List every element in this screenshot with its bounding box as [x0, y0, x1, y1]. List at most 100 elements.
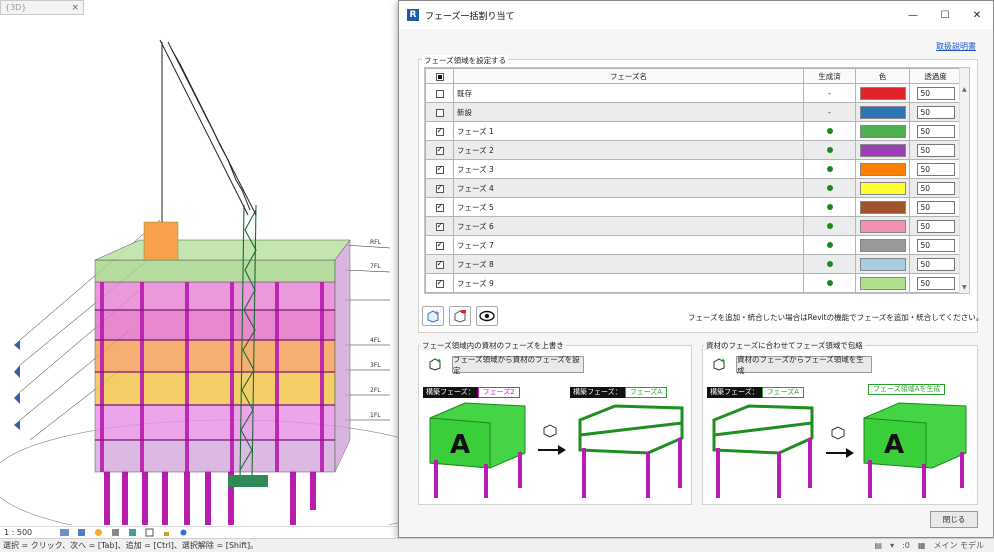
maximize-icon[interactable]: ☐	[929, 10, 961, 21]
status-message: 選択 = クリック、次へ = [Tab]、追加 = [Ctrl]、選択解除 = …	[3, 541, 259, 550]
dialog-titlebar[interactable]: R フェーズ一括割り当て — ☐ ✕	[399, 1, 993, 29]
col-color: 色	[855, 68, 910, 84]
view-tab-3d[interactable]: {3D} ×	[0, 0, 84, 15]
level-label-2fl: 2FL	[370, 387, 381, 394]
table-row[interactable]: 既存 - 50	[425, 83, 962, 103]
transparency-input[interactable]: 50	[916, 162, 955, 176]
color-swatch[interactable]	[859, 257, 906, 271]
table-row[interactable]: フェーズ 9 50	[425, 273, 962, 293]
row-checkbox[interactable]	[435, 89, 444, 98]
table-row[interactable]: フェーズ 4 50	[425, 178, 962, 198]
row-checkbox[interactable]	[435, 221, 444, 231]
visibility-button[interactable]	[476, 306, 498, 326]
generated-cell	[803, 273, 856, 293]
close-icon[interactable]: ×	[71, 3, 79, 13]
phase-name-cell: フェーズ 1	[453, 121, 804, 141]
minimize-icon[interactable]: —	[897, 10, 929, 21]
add-region-button[interactable]: +	[422, 306, 444, 326]
color-swatch[interactable]	[859, 105, 906, 119]
filter-icon[interactable]: ▾	[890, 541, 894, 550]
table-row[interactable]: フェーズ 8 50	[425, 254, 962, 274]
row-checkbox[interactable]	[435, 240, 444, 250]
table-row[interactable]: フェーズ 7 50	[425, 235, 962, 255]
row-checkbox[interactable]	[435, 259, 444, 269]
transparency-input[interactable]: 50	[916, 200, 955, 214]
generated-dot-icon	[826, 260, 833, 267]
color-swatch[interactable]	[859, 200, 906, 214]
table-row[interactable]: 新設 - 50	[425, 102, 962, 122]
hide-isolate-icon[interactable]	[179, 528, 188, 537]
detail-level-icon[interactable]	[60, 528, 69, 537]
phase-name-cell: フェーズ 3	[453, 159, 804, 179]
row-checkbox[interactable]	[435, 202, 444, 212]
set-material-phase-button[interactable]: フェーズ領域から資材のフェーズを設定	[452, 355, 584, 375]
phase-group-title: フェーズ領域を設定する	[422, 55, 509, 66]
generated-cell	[803, 121, 856, 141]
color-swatch[interactable]	[859, 124, 906, 138]
col-generated: 生成済	[803, 68, 856, 84]
render-icon[interactable]	[128, 528, 137, 537]
model-selector[interactable]: メイン モデル	[933, 540, 984, 551]
transparency-input[interactable]: 50	[916, 86, 955, 100]
level-label-7fl: 7FL	[370, 263, 381, 270]
eye-icon	[479, 310, 495, 322]
table-row[interactable]: フェーズ 5 50	[425, 197, 962, 217]
color-swatch[interactable]	[859, 143, 906, 157]
row-checkbox[interactable]	[435, 126, 444, 136]
level-label-1fl: 1FL	[370, 412, 381, 419]
scroll-up-icon[interactable]: ▲	[962, 86, 967, 93]
level-label-4fl: 4FL	[370, 337, 381, 344]
color-swatch[interactable]	[859, 181, 906, 195]
transparency-input[interactable]: 50	[916, 238, 955, 252]
manual-link[interactable]: 取扱説明書	[936, 41, 976, 52]
generated-dot-icon	[826, 203, 833, 210]
transparency-input[interactable]: 50	[916, 257, 955, 271]
transparency-input[interactable]: 50	[916, 181, 955, 195]
view-scale[interactable]: 1 : 500	[4, 528, 52, 537]
generated-dot-icon	[826, 241, 833, 248]
design-option-icon[interactable]: ▦	[918, 541, 926, 550]
row-checkbox[interactable]	[435, 164, 444, 174]
row-checkbox[interactable]	[435, 183, 444, 193]
color-swatch[interactable]	[859, 162, 906, 176]
generate-region-button[interactable]: 資材のフェーズからフェーズ領域を生成	[736, 355, 872, 375]
row-checkbox[interactable]	[435, 108, 444, 117]
row-checkbox[interactable]	[435, 278, 444, 288]
sun-path-icon[interactable]	[94, 528, 103, 537]
right-tag-1: 構築フェーズ： フェーズA	[707, 387, 805, 398]
transparency-input[interactable]: 50	[916, 105, 955, 119]
color-swatch[interactable]	[859, 238, 906, 252]
phase-name-cell: フェーズ 8	[453, 254, 804, 274]
table-scrollbar[interactable]: ▲ ▼	[959, 68, 969, 293]
transparency-input[interactable]: 50	[916, 276, 955, 290]
scroll-down-icon[interactable]: ▼	[962, 284, 967, 291]
svg-text:✦: ✦	[720, 357, 726, 365]
shadows-icon[interactable]	[111, 528, 120, 537]
transparency-input[interactable]: 50	[916, 143, 955, 157]
building-model[interactable]: RFL 7FL 4FL 3FL 2FL 1FL	[0, 15, 398, 525]
close-icon[interactable]: ✕	[961, 10, 993, 21]
generated-cell	[803, 254, 856, 274]
color-swatch[interactable]	[859, 86, 906, 100]
table-row[interactable]: フェーズ 6 50	[425, 216, 962, 236]
workset-icon[interactable]: ▤	[875, 541, 883, 550]
color-swatch[interactable]	[859, 219, 906, 233]
select-all-checkbox[interactable]	[425, 68, 454, 84]
close-button[interactable]: 閉じる	[930, 511, 978, 528]
revit-3d-view[interactable]: {3D} × RFL 7FL 4FL 3FL 2FL 1FL 1: 500	[0, 0, 400, 552]
table-row[interactable]: フェーズ 2 50	[425, 140, 962, 160]
lock-view-icon[interactable]	[162, 528, 171, 537]
table-row[interactable]: フェーズ 1 50	[425, 121, 962, 141]
transparency-input[interactable]: 50	[916, 124, 955, 138]
svg-text:A: A	[450, 430, 470, 460]
visual-style-icon[interactable]	[77, 528, 86, 537]
row-checkbox[interactable]	[435, 145, 444, 155]
transparency-input[interactable]: 50	[916, 219, 955, 233]
generated-dot-icon	[826, 165, 833, 172]
crop-icon[interactable]	[145, 528, 154, 537]
table-row[interactable]: フェーズ 3 50	[425, 159, 962, 179]
override-section-title: フェーズ領域内の資材のフェーズを上書き	[420, 340, 566, 351]
delete-region-button[interactable]	[449, 306, 471, 326]
view-control-bar: 1 : 500	[0, 526, 400, 538]
color-swatch[interactable]	[859, 276, 906, 290]
